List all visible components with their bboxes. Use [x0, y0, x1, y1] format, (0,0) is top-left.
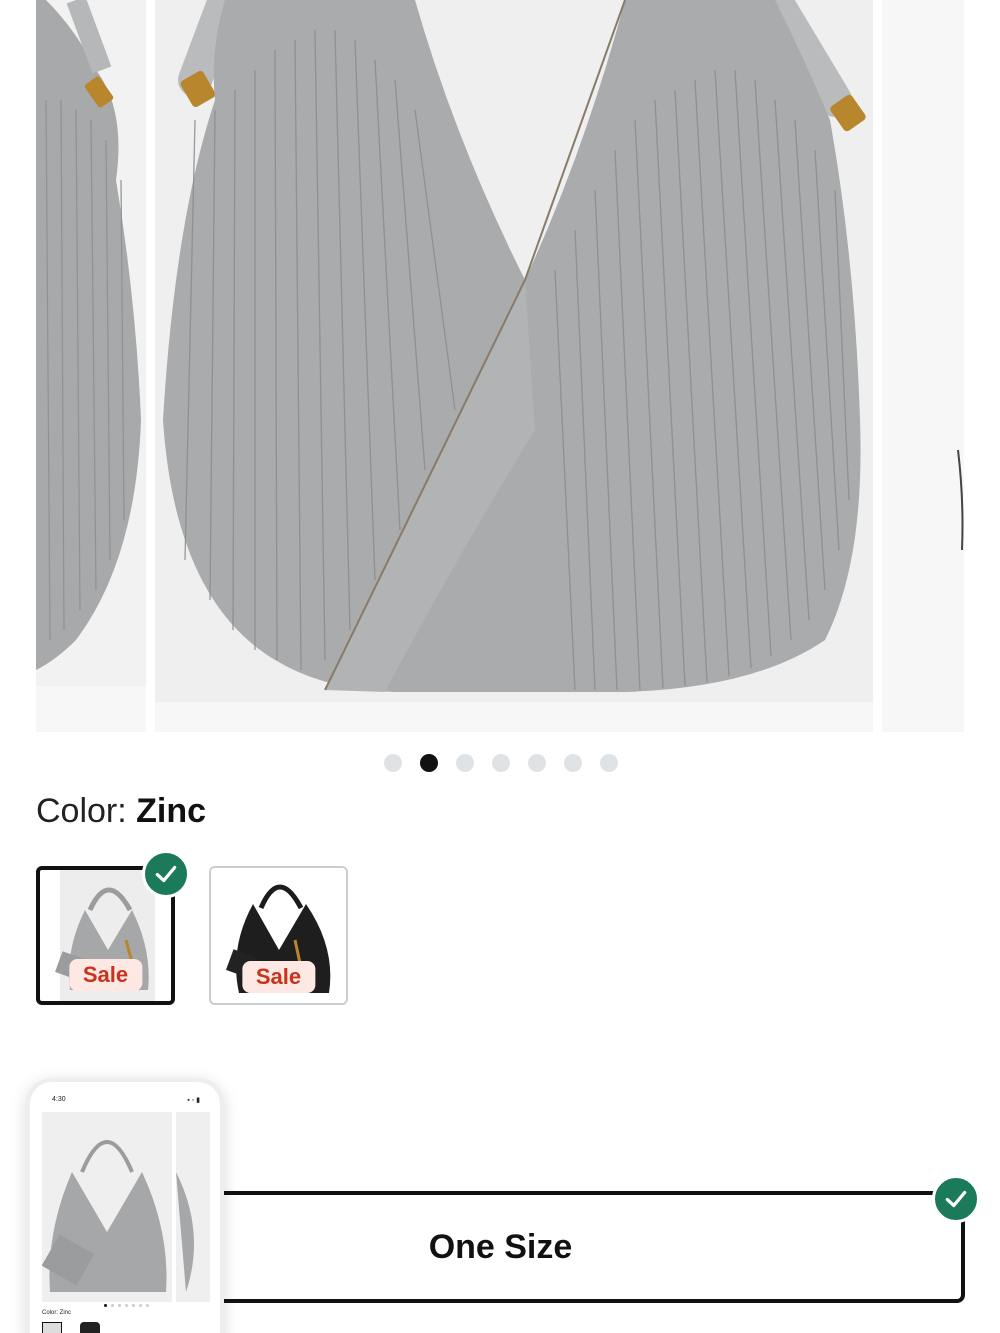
selected-check-icon — [142, 850, 190, 898]
color-label: Color: Zinc — [36, 792, 206, 831]
preview-status-icons: ▪ ◦ ▮ — [187, 1097, 200, 1104]
carousel-slide-next[interactable] — [882, 0, 964, 732]
carousel-pagination — [384, 754, 618, 772]
carousel-dot[interactable] — [564, 754, 582, 772]
sale-badge: Sale — [241, 961, 316, 993]
product-image-carousel[interactable] — [0, 0, 1000, 735]
carousel-dot[interactable] — [384, 754, 402, 772]
preview-color-label: Color: Zinc — [42, 1310, 72, 1316]
carousel-slide-current[interactable] — [155, 0, 873, 732]
sale-badge: Sale — [68, 959, 143, 991]
carousel-dot[interactable] — [492, 754, 510, 772]
preview-pagination — [104, 1304, 149, 1307]
carousel-dot-active[interactable] — [420, 754, 438, 772]
carousel-dot[interactable] — [600, 754, 618, 772]
preview-product-image-next — [176, 1112, 210, 1302]
selected-check-icon — [932, 1175, 980, 1223]
color-swatch-black[interactable]: Sale — [209, 866, 348, 1005]
carousel-dot[interactable] — [456, 754, 474, 772]
color-label-prefix: Color: — [36, 792, 127, 830]
preview-status-bar: 4:30 ▪ ◦ ▮ — [44, 1094, 206, 1108]
carousel-slide-previous[interactable] — [36, 0, 146, 732]
selected-color-name: Zinc — [136, 792, 207, 830]
preview-swatch-black — [80, 1322, 100, 1333]
preview-time: 4:30 — [52, 1096, 66, 1103]
carousel-dot[interactable] — [528, 754, 546, 772]
bag-image — [957, 449, 964, 551]
preview-swatch-zinc — [42, 1322, 62, 1333]
preview-product-image — [41, 1112, 172, 1302]
bag-image — [155, 0, 873, 732]
screenshot-preview-thumbnail[interactable]: 4:30 ▪ ◦ ▮ Color: Zinc — [26, 1078, 224, 1333]
bag-image — [36, 0, 146, 732]
